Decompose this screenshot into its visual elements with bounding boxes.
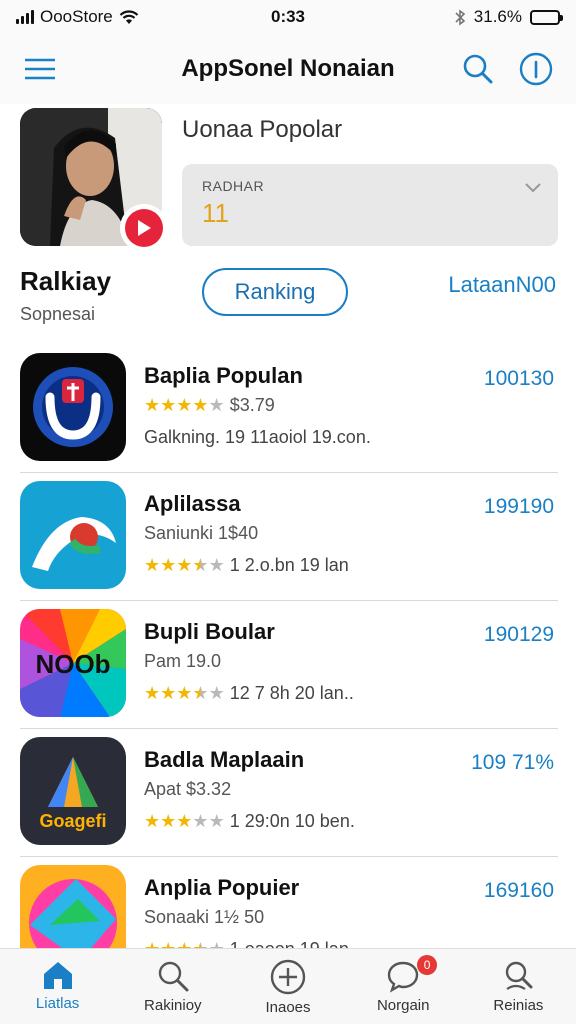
nav-bar: AppSonel Nonaian — [0, 34, 576, 104]
tab-profile[interactable]: Reinias — [461, 949, 576, 1024]
app-meta-text: 1 2.o.bn 19 lan — [229, 555, 349, 575]
chevron-down-icon — [525, 183, 541, 193]
app-meta-text: 12 7 8h 20 lan.. — [229, 683, 354, 703]
tab-label: Liatlas — [35, 995, 80, 1012]
info-icon[interactable] — [516, 49, 556, 89]
status-bar: OooStore 0:33 31.6% — [0, 0, 576, 34]
app-name: Badla Maplaain — [144, 747, 305, 772]
person-search-icon — [506, 961, 533, 990]
app-meta: ★★★★★ 12 7 8h 20 lan.. — [144, 683, 354, 704]
featured-title: Uonaa Popolar — [182, 116, 343, 143]
app-subtitle: Sonaaki 1½ 50 — [144, 907, 265, 927]
tab-label: Norgain — [376, 997, 430, 1014]
tab-label: Reinias — [493, 997, 544, 1014]
app-count: 199190 — [483, 495, 554, 518]
see-all-link[interactable]: LataanN00 — [448, 272, 556, 298]
app-subtitle: ★★★★★ $3.79 — [144, 395, 275, 416]
list-item[interactable]: Baplia Populan ★★★★★ $3.79 Galkning. 19 … — [20, 345, 558, 473]
tab-messages[interactable]: 0 Norgain — [346, 949, 461, 1024]
app-list: Baplia Populan ★★★★★ $3.79 Galkning. 19 … — [0, 345, 576, 948]
app-name: Baplia Populan — [144, 363, 303, 388]
section-subtitle: Sopnesai — [20, 304, 96, 324]
dropdown-label: RADHAR — [202, 178, 265, 194]
app-name: Bupli Boular — [144, 619, 275, 644]
app-subtitle: Apat $3.32 — [144, 779, 232, 799]
star-rating: ★★★★★ — [144, 811, 225, 831]
featured-card[interactable]: Uonaa Popolar RADHAR 11 — [20, 108, 560, 252]
play-icon[interactable] — [120, 204, 168, 252]
list-item[interactable]: NOOb Bupli Boular Pam 19.0 ★★★★★ 12 7 8h… — [20, 601, 558, 729]
hamburger-menu-icon[interactable] — [20, 49, 60, 89]
chat-bubble-icon — [388, 961, 419, 993]
app-count: 190129 — [483, 623, 554, 646]
battery-icon — [530, 9, 563, 25]
app-meta-text: 1 oaoon 19 lan — [230, 939, 349, 948]
dropdown-value: 11 — [202, 198, 229, 228]
ranking-button[interactable]: Ranking — [202, 268, 348, 316]
app-subtitle: Pam 19.0 — [144, 651, 222, 671]
star-rating: ★★★★★ — [144, 555, 225, 575]
tab-label: Rakinioy — [144, 997, 202, 1014]
app-subtitle: Saniunki 1$40 — [144, 523, 259, 543]
carrier-label: OooStore — [40, 7, 113, 26]
tab-images[interactable]: Inaoes — [230, 949, 345, 1024]
app-price-tag: $3.79 — [229, 395, 275, 415]
clock: 0:33 — [270, 7, 306, 26]
home-icon — [43, 962, 72, 989]
tab-bar: Liatlas Rakinioy Inaoes 0 Norgain Reinia… — [0, 948, 576, 1024]
blue-circle-app-icon — [20, 353, 126, 461]
teal-shape-app-icon — [20, 481, 126, 589]
app-meta: ★★★★★ 1 oaoon 19 lan — [144, 939, 349, 948]
app-count: 109 71% — [471, 751, 554, 774]
app-meta: ★★★★★ 1 2.o.bn 19 lan — [144, 555, 349, 576]
app-meta-text: 1 29:0n 10 ben. — [229, 811, 355, 831]
app-meta: ★★★★★ 1 29:0n 10 ben. — [144, 811, 355, 832]
app-count: 169160 — [483, 879, 554, 902]
section-title: Ralkiay — [20, 266, 112, 296]
app-meta: Galkning. 19 11aoiol 19.con. — [144, 427, 371, 447]
icon-lettering: NOOb — [35, 649, 110, 679]
list-item[interactable]: Goagefi Badla Maplaain Apat $3.32 ★★★★★ … — [20, 729, 558, 857]
colorful-arrow-app-icon — [20, 865, 126, 948]
tab-label: Inaoes — [265, 999, 311, 1016]
wifi-icon — [119, 9, 139, 24]
signal-icon — [16, 10, 34, 24]
search-icon[interactable] — [458, 49, 498, 89]
star-rating: ★★★★★ — [144, 683, 225, 703]
star-rating: ★★★★★ — [144, 395, 225, 415]
featured-dropdown[interactable]: RADHAR 11 — [182, 164, 558, 246]
gradient-triangle-app-icon: Goagefi — [20, 737, 126, 845]
app-name: Anplia Popuier — [144, 875, 300, 900]
battery-percent: 31.6% — [473, 7, 522, 26]
app-count: 100130 — [483, 367, 554, 390]
list-item[interactable]: Aplilassa Saniunki 1$40 ★★★★★ 1 2.o.bn 1… — [20, 473, 558, 601]
bluetooth-icon — [455, 8, 466, 26]
search-icon — [158, 961, 189, 992]
app-name: Aplilassa — [144, 491, 241, 516]
notification-badge: 0 — [417, 955, 438, 975]
icon-lettering: Goagefi — [39, 811, 106, 831]
rainbow-app-icon: NOOb — [20, 609, 126, 717]
star-rating: ★★★★★ — [144, 939, 225, 948]
tab-home[interactable]: Liatlas — [0, 949, 115, 1024]
plus-circle-icon — [270, 959, 306, 995]
tab-ranking[interactable]: Rakinioy — [115, 949, 230, 1024]
list-item[interactable]: Anplia Popuier Sonaaki 1½ 50 ★★★★★ 1 oao… — [20, 857, 558, 948]
ranking-section-header: Ralkiay Sopnesai Ranking LataanN00 — [20, 262, 560, 332]
